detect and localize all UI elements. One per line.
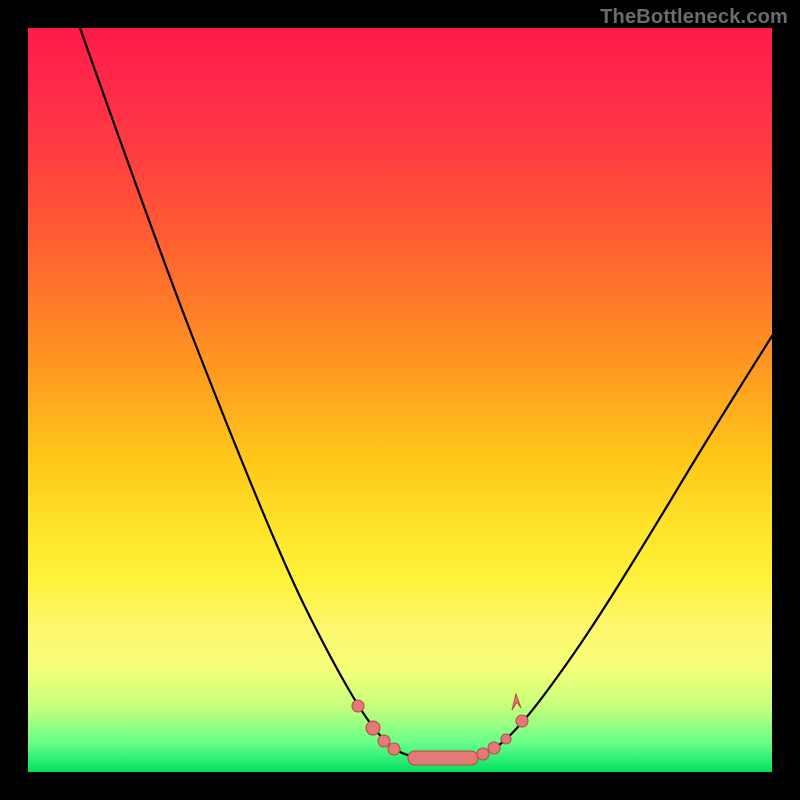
trough-dot [388, 743, 400, 755]
trough-dot [477, 748, 489, 760]
bottleneck-curve [80, 28, 772, 757]
trough-dot [516, 715, 528, 727]
trough-dot [378, 735, 390, 747]
watermark-text: TheBottleneck.com [600, 6, 788, 29]
trough-dot [501, 734, 511, 744]
trough-dot [352, 700, 364, 712]
trough-dot [366, 721, 380, 735]
app-frame: TheBottleneck.com [0, 0, 800, 800]
accent-wedge [512, 694, 521, 710]
trough-pill [408, 751, 478, 765]
trough-markers [352, 694, 528, 765]
chart-overlay [28, 28, 772, 772]
trough-dot [488, 742, 500, 754]
